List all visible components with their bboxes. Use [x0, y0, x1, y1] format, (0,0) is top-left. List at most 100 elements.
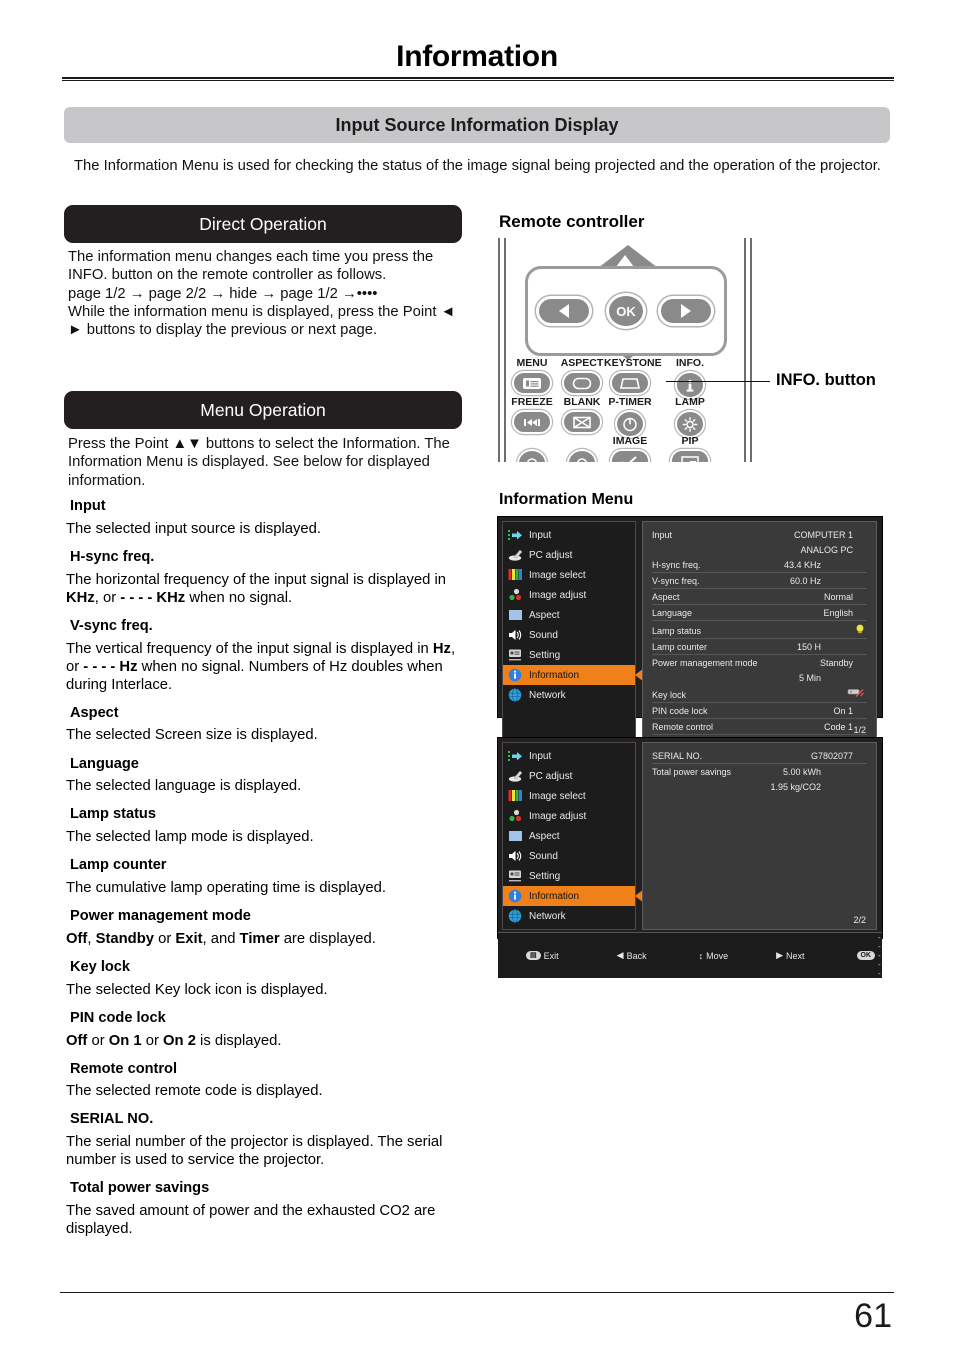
definition-description: The selected input source is displayed.: [66, 520, 321, 537]
unknown-icon: [573, 456, 591, 462]
image-adjust-icon: [508, 588, 523, 603]
sound-icon: [508, 849, 523, 864]
osd-row: 5 Min: [652, 670, 867, 685]
osd-sidebar-item-label: PC adjust: [529, 549, 573, 561]
osd-screenshot-page-1: Input PC adjust Image select Image adjust As…: [497, 516, 883, 788]
input-icon: [508, 749, 523, 764]
osd-sidebar-item-pc-adjust[interactable]: PC adjust: [503, 766, 635, 786]
osd-sidebar-item-image-select[interactable]: Image select: [503, 786, 635, 806]
osd-sidebar-item-label: Image adjust: [529, 810, 587, 822]
definition-description: Off, Standby or Exit, and Timer are disp…: [66, 930, 376, 947]
definition-description: The selected lamp mode is displayed.: [66, 829, 314, 846]
paragraph-line: Press the Point ▲▼ buttons to select the…: [68, 436, 450, 489]
osd-bottom-hint-label: - - - - -: [878, 933, 882, 978]
osd-bottom-hint-move: ↕Move: [699, 951, 729, 961]
remote-key-menu-button[interactable]: [512, 371, 552, 395]
osd-sidebar-item-label: Image adjust: [529, 589, 587, 601]
left-arrow-icon: [559, 304, 569, 318]
osd-sidebar-item-input[interactable]: Input: [503, 525, 635, 545]
left-arrow-icon: ◀: [616, 950, 624, 960]
osd-row-value: [847, 688, 867, 700]
right-arrow-icon: [681, 304, 691, 318]
ok-button[interactable]: OK: [606, 293, 646, 329]
remote-key-info-button[interactable]: [675, 371, 705, 399]
osd-sidebar-item-input[interactable]: Input: [503, 746, 635, 766]
paragraph-line: page 1/2 → page 2/2 → hide → page 1/2 →•…: [68, 285, 378, 302]
osd-sidebar-item-setting[interactable]: Setting: [503, 645, 635, 665]
osd-sidebar-item-network[interactable]: Network: [503, 906, 635, 926]
remote-key-keystone-button[interactable]: [610, 371, 650, 395]
osd-bottom-hint-label: Move: [706, 950, 729, 961]
image-adjust-icon: [508, 809, 523, 824]
info-button-callout-line: [666, 381, 770, 382]
osd-sidebar-item-network[interactable]: Network: [503, 685, 635, 705]
osd-row-value: Standby: [819, 657, 853, 668]
remote-key-lamp-button[interactable]: [675, 410, 705, 438]
remote-key-unknown-button[interactable]: [517, 449, 547, 462]
remote-key-label-p-timer: P-TIMER: [608, 396, 652, 408]
info-button-callout-label: INFO. button: [776, 371, 876, 389]
osd-sidebar-item-information[interactable]: Information: [503, 886, 644, 906]
input-icon: [508, 528, 523, 543]
remote-key-label-lamp: LAMP: [675, 396, 705, 408]
information-menu-caption: Information Menu: [499, 491, 634, 508]
image-icon: [620, 454, 640, 462]
information-icon: [508, 668, 523, 683]
sound-icon: [508, 628, 523, 643]
osd-page-indicator-1: 1/2: [853, 725, 866, 735]
section-heading-text: Input Source Information Display: [335, 114, 619, 135]
definition-description: The selected Key lock icon is displayed.: [66, 981, 328, 998]
ok-pill-icon: OK: [856, 951, 876, 960]
osd-sidebar-item-image-adjust[interactable]: Image adjust: [503, 806, 635, 826]
osd-sidebar-item-setting[interactable]: Setting: [503, 866, 635, 886]
info-icon: [681, 378, 699, 393]
remote-key-unknown-button[interactable]: [567, 449, 597, 462]
osd-row-value: English: [823, 607, 853, 618]
remote-key-aspect-button[interactable]: [562, 371, 602, 395]
osd-row-label: PIN code lock: [652, 705, 708, 716]
remote-right-edge-inner: [744, 238, 746, 462]
setting-icon: [508, 869, 523, 884]
point-right-button[interactable]: [658, 296, 714, 326]
osd-sidebar-item-sound[interactable]: Sound: [503, 846, 635, 866]
osd-row-label: Lamp counter: [652, 641, 708, 652]
definition-description: The saved amount of power and the exhaus…: [66, 1203, 436, 1238]
freeze-icon: [522, 415, 542, 430]
remote-key-ptimer-button[interactable]: [615, 410, 645, 438]
network-icon: [508, 688, 523, 703]
definition-description: The horizontal frequency of the input si…: [66, 571, 447, 606]
osd-sidebar-item-image-select[interactable]: Image select: [503, 565, 635, 585]
osd-row-value: 150 H: [796, 641, 821, 652]
definition-description: The serial number of the projector is di…: [66, 1134, 443, 1169]
definition-term: Input: [70, 498, 106, 514]
information-icon: [508, 889, 523, 904]
osd-sidebar-item-sound[interactable]: Sound: [503, 625, 635, 645]
osd-row-value: 60.0 Hz: [789, 575, 821, 586]
remote-left-edge-outer: [498, 238, 500, 462]
remote-key-freeze-button[interactable]: [512, 410, 552, 434]
osd-bottom-hint-next: ▶Next: [776, 950, 804, 961]
image-select-icon: [508, 568, 523, 583]
osd-row-value: COMPUTER 1: [793, 529, 853, 540]
lamp-status-icon: [855, 624, 865, 636]
aspect-icon: [508, 608, 523, 623]
remote-key-label-freeze: FREEZE: [511, 396, 553, 408]
page-number: 61: [854, 1297, 892, 1335]
remote-key-blank-button[interactable]: [562, 410, 602, 434]
osd-sidebar-item-image-adjust[interactable]: Image adjust: [503, 585, 635, 605]
point-left-button[interactable]: [536, 296, 592, 326]
osd-row: Language English: [652, 605, 867, 621]
osd-sidebar-item-aspect[interactable]: Aspect: [503, 826, 635, 846]
remote-key-image-button[interactable]: [610, 449, 650, 462]
osd-sidebar-item-label: Sound: [529, 629, 558, 641]
osd-sidebar-item-information[interactable]: Information: [503, 665, 644, 685]
osd-sidebar-item-pc-adjust[interactable]: PC adjust: [503, 545, 635, 565]
aspect-icon: [508, 829, 523, 844]
osd-row-label: Aspect: [652, 591, 680, 602]
osd-page-indicator-2: 2/2: [853, 915, 866, 925]
osd-row-value: On 1: [833, 705, 853, 716]
remote-key-pip-button[interactable]: [670, 449, 710, 462]
ptimer-icon: [621, 417, 639, 432]
osd-sidebar-item-aspect[interactable]: Aspect: [503, 605, 635, 625]
title-divider: [62, 77, 894, 81]
